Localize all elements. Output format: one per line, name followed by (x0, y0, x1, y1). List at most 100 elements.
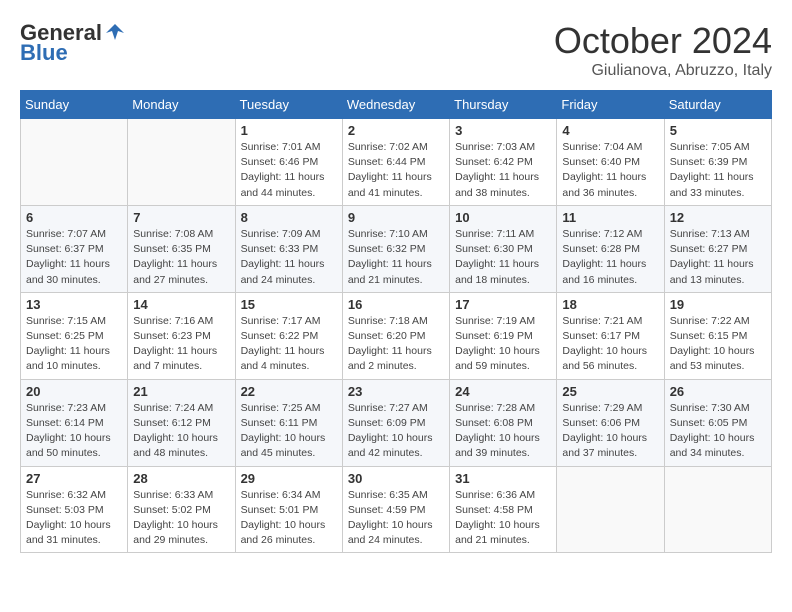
calendar-cell: 31 Sunrise: 6:36 AM Sunset: 4:58 PM Dayli… (450, 466, 557, 553)
day-number: 13 (26, 297, 122, 312)
day-info: Sunrise: 7:08 AM Sunset: 6:35 PM Dayligh… (133, 227, 229, 288)
day-info: Sunrise: 6:35 AM Sunset: 4:59 PM Dayligh… (348, 488, 444, 549)
day-number: 19 (670, 297, 766, 312)
calendar-header-row: SundayMondayTuesdayWednesdayThursdayFrid… (21, 91, 772, 119)
day-number: 24 (455, 384, 551, 399)
calendar-cell: 14 Sunrise: 7:16 AM Sunset: 6:23 PM Dayli… (128, 292, 235, 379)
day-info: Sunrise: 7:10 AM Sunset: 6:32 PM Dayligh… (348, 227, 444, 288)
calendar-week-4: 20Sunrise: 7:23 AM Sunset: 6:14 PM Dayli… (21, 379, 772, 466)
calendar-cell: 9 Sunrise: 7:10 AM Sunset: 6:32 PM Daylig… (342, 205, 449, 292)
day-number: 10 (455, 210, 551, 225)
logo-blue: Blue (20, 40, 68, 66)
calendar-cell: 8 Sunrise: 7:09 AM Sunset: 6:33 PM Daylig… (235, 205, 342, 292)
location: Giulianova, Abruzzo, Italy (554, 62, 772, 80)
day-info: Sunrise: 7:30 AM Sunset: 6:05 PM Dayligh… (670, 401, 766, 462)
day-number: 29 (241, 471, 337, 486)
day-info: Sunrise: 7:18 AM Sunset: 6:20 PM Dayligh… (348, 314, 444, 375)
day-number: 23 (348, 384, 444, 399)
day-number: 28 (133, 471, 229, 486)
calendar-cell: 19 Sunrise: 7:22 AM Sunset: 6:15 PM Dayli… (664, 292, 771, 379)
calendar-cell (664, 466, 771, 553)
day-info: Sunrise: 7:28 AM Sunset: 6:08 PM Dayligh… (455, 401, 551, 462)
day-info: Sunrise: 7:04 AM Sunset: 6:40 PM Dayligh… (562, 140, 658, 201)
day-info: Sunrise: 7:24 AM Sunset: 6:12 PM Dayligh… (133, 401, 229, 462)
day-info: Sunrise: 7:27 AM Sunset: 6:09 PM Dayligh… (348, 401, 444, 462)
day-info: Sunrise: 7:11 AM Sunset: 6:30 PM Dayligh… (455, 227, 551, 288)
calendar-cell: 13 Sunrise: 7:15 AM Sunset: 6:25 PM Dayli… (21, 292, 128, 379)
calendar-cell: 2Sunrise: 7:02 AM Sunset: 6:44 PM Daylig… (342, 119, 449, 206)
day-number: 5 (670, 123, 766, 138)
calendar-cell: 18Sunrise: 7:21 AM Sunset: 6:17 PM Dayli… (557, 292, 664, 379)
calendar-cell: 28 Sunrise: 6:33 AM Sunset: 5:02 PM Dayli… (128, 466, 235, 553)
calendar-cell: 20Sunrise: 7:23 AM Sunset: 6:14 PM Dayli… (21, 379, 128, 466)
calendar-cell: 26 Sunrise: 7:30 AM Sunset: 6:05 PM Dayli… (664, 379, 771, 466)
calendar-week-3: 13 Sunrise: 7:15 AM Sunset: 6:25 PM Dayli… (21, 292, 772, 379)
calendar-cell: 23 Sunrise: 7:27 AM Sunset: 6:09 PM Dayli… (342, 379, 449, 466)
calendar-cell (557, 466, 664, 553)
day-number: 7 (133, 210, 229, 225)
day-number: 3 (455, 123, 551, 138)
day-number: 30 (348, 471, 444, 486)
calendar-cell: 10 Sunrise: 7:11 AM Sunset: 6:30 PM Dayli… (450, 205, 557, 292)
day-info: Sunrise: 7:19 AM Sunset: 6:19 PM Dayligh… (455, 314, 551, 375)
calendar-cell: 11 Sunrise: 7:12 AM Sunset: 6:28 PM Dayli… (557, 205, 664, 292)
calendar-week-2: 6Sunrise: 7:07 AM Sunset: 6:37 PM Daylig… (21, 205, 772, 292)
calendar-cell: 16 Sunrise: 7:18 AM Sunset: 6:20 PM Dayli… (342, 292, 449, 379)
day-number: 8 (241, 210, 337, 225)
title-section: October 2024 Giulianova, Abruzzo, Italy (554, 20, 772, 80)
day-info: Sunrise: 6:33 AM Sunset: 5:02 PM Dayligh… (133, 488, 229, 549)
day-info: Sunrise: 7:16 AM Sunset: 6:23 PM Dayligh… (133, 314, 229, 375)
calendar-cell: 29 Sunrise: 6:34 AM Sunset: 5:01 PM Dayli… (235, 466, 342, 553)
calendar-cell: 1Sunrise: 7:01 AM Sunset: 6:46 PM Daylig… (235, 119, 342, 206)
calendar-cell: 3 Sunrise: 7:03 AM Sunset: 6:42 PM Daylig… (450, 119, 557, 206)
day-info: Sunrise: 7:17 AM Sunset: 6:22 PM Dayligh… (241, 314, 337, 375)
day-info: Sunrise: 7:15 AM Sunset: 6:25 PM Dayligh… (26, 314, 122, 375)
calendar-cell: 7 Sunrise: 7:08 AM Sunset: 6:35 PM Daylig… (128, 205, 235, 292)
day-number: 11 (562, 210, 658, 225)
day-number: 4 (562, 123, 658, 138)
day-number: 6 (26, 210, 122, 225)
weekday-header-friday: Friday (557, 91, 664, 119)
day-info: Sunrise: 7:25 AM Sunset: 6:11 PM Dayligh… (241, 401, 337, 462)
month-title: October 2024 (554, 20, 772, 62)
day-info: Sunrise: 6:34 AM Sunset: 5:01 PM Dayligh… (241, 488, 337, 549)
day-number: 15 (241, 297, 337, 312)
day-info: Sunrise: 7:12 AM Sunset: 6:28 PM Dayligh… (562, 227, 658, 288)
day-info: Sunrise: 7:09 AM Sunset: 6:33 PM Dayligh… (241, 227, 337, 288)
calendar-cell: 5 Sunrise: 7:05 AM Sunset: 6:39 PM Daylig… (664, 119, 771, 206)
day-number: 20 (26, 384, 122, 399)
calendar-cell: 27 Sunrise: 6:32 AM Sunset: 5:03 PM Dayli… (21, 466, 128, 553)
day-number: 27 (26, 471, 122, 486)
day-info: Sunrise: 7:29 AM Sunset: 6:06 PM Dayligh… (562, 401, 658, 462)
weekday-header-sunday: Sunday (21, 91, 128, 119)
day-info: Sunrise: 7:13 AM Sunset: 6:27 PM Dayligh… (670, 227, 766, 288)
day-number: 26 (670, 384, 766, 399)
day-number: 21 (133, 384, 229, 399)
day-info: Sunrise: 7:05 AM Sunset: 6:39 PM Dayligh… (670, 140, 766, 201)
day-info: Sunrise: 7:03 AM Sunset: 6:42 PM Dayligh… (455, 140, 551, 201)
day-number: 14 (133, 297, 229, 312)
day-number: 25 (562, 384, 658, 399)
weekday-header-tuesday: Tuesday (235, 91, 342, 119)
day-number: 1 (241, 123, 337, 138)
weekday-header-wednesday: Wednesday (342, 91, 449, 119)
calendar-cell: 21 Sunrise: 7:24 AM Sunset: 6:12 PM Dayli… (128, 379, 235, 466)
day-number: 31 (455, 471, 551, 486)
calendar-cell: 6Sunrise: 7:07 AM Sunset: 6:37 PM Daylig… (21, 205, 128, 292)
calendar-week-1: 1Sunrise: 7:01 AM Sunset: 6:46 PM Daylig… (21, 119, 772, 206)
calendar-cell: 25 Sunrise: 7:29 AM Sunset: 6:06 PM Dayli… (557, 379, 664, 466)
weekday-header-saturday: Saturday (664, 91, 771, 119)
logo: General Blue (20, 20, 126, 66)
day-info: Sunrise: 6:36 AM Sunset: 4:58 PM Dayligh… (455, 488, 551, 549)
calendar-cell: 22 Sunrise: 7:25 AM Sunset: 6:11 PM Dayli… (235, 379, 342, 466)
calendar-cell: 17 Sunrise: 7:19 AM Sunset: 6:19 PM Dayli… (450, 292, 557, 379)
calendar-cell (128, 119, 235, 206)
day-number: 9 (348, 210, 444, 225)
day-info: Sunrise: 7:21 AM Sunset: 6:17 PM Dayligh… (562, 314, 658, 375)
day-number: 17 (455, 297, 551, 312)
day-number: 16 (348, 297, 444, 312)
day-info: Sunrise: 6:32 AM Sunset: 5:03 PM Dayligh… (26, 488, 122, 549)
day-info: Sunrise: 7:22 AM Sunset: 6:15 PM Dayligh… (670, 314, 766, 375)
day-number: 22 (241, 384, 337, 399)
calendar-cell: 24 Sunrise: 7:28 AM Sunset: 6:08 PM Dayli… (450, 379, 557, 466)
